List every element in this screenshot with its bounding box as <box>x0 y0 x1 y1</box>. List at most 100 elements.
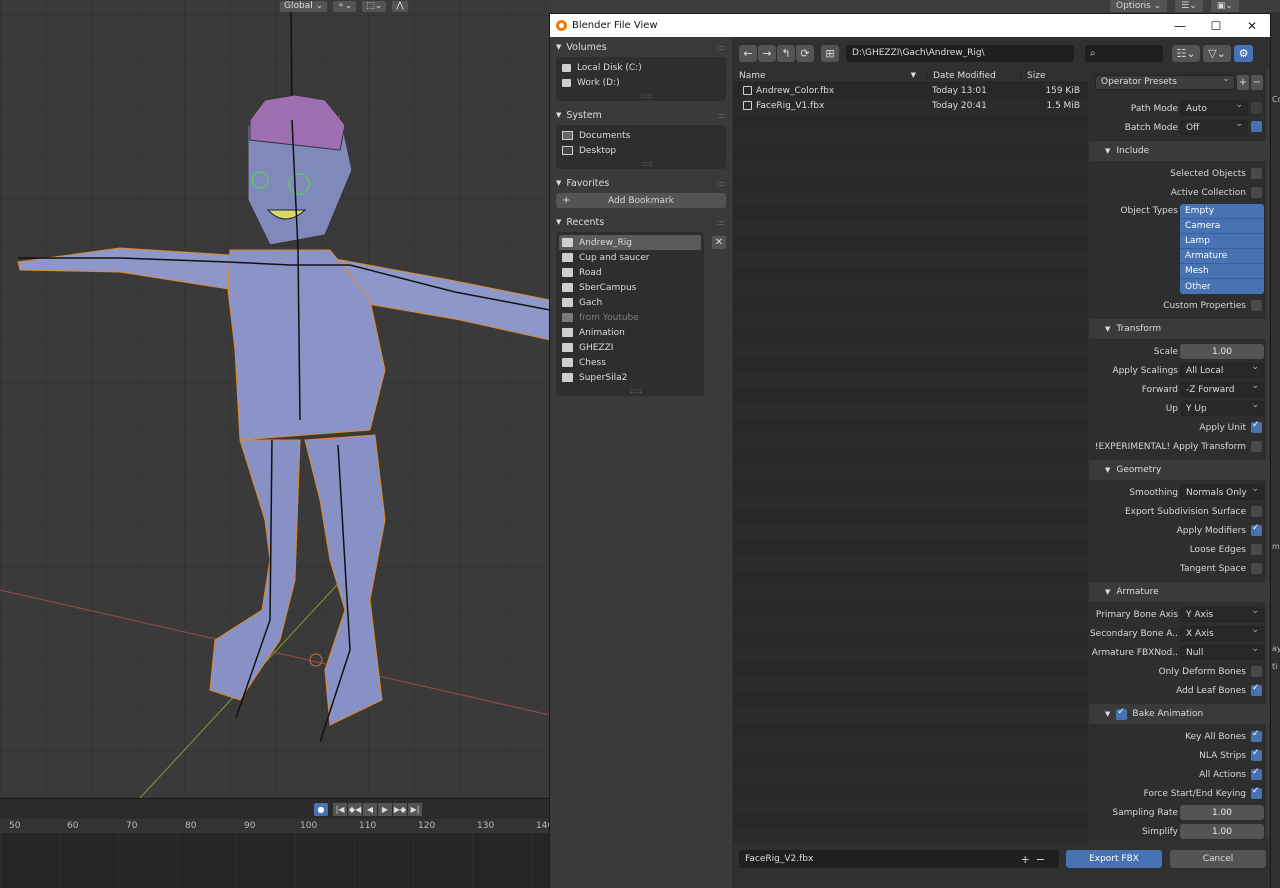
cancel-button[interactable]: Cancel <box>1170 850 1266 868</box>
editor-layout-icon[interactable]: ☰⌄ <box>1175 0 1203 12</box>
selected-objects-checkbox[interactable] <box>1251 168 1262 179</box>
bake-animation-section-header[interactable]: ▼ Bake Animation <box>1089 704 1270 724</box>
recent-item[interactable]: Gach <box>556 295 704 310</box>
batch-mode-dropdown[interactable]: Off <box>1180 119 1248 135</box>
system-item[interactable]: Documents <box>556 128 726 143</box>
volumes-header[interactable]: ▼ Volumes :::: <box>550 39 732 55</box>
armature-section-header[interactable]: ▼ Armature <box>1089 582 1270 602</box>
volume-item[interactable]: Work (D:) <box>556 75 726 90</box>
next-keyframe-icon[interactable]: ▶◆ <box>393 803 407 816</box>
grip-icon[interactable]: :::: <box>717 218 725 227</box>
recent-item[interactable]: Andrew_Rig <box>559 235 701 250</box>
column-name[interactable]: Name ▼ <box>733 71 926 81</box>
export-subdiv-checkbox[interactable] <box>1251 506 1262 517</box>
proportional-icon[interactable]: ⋀ <box>392 0 408 12</box>
fbx-node-dropdown[interactable]: Null <box>1180 644 1264 660</box>
add-leaf-checkbox[interactable] <box>1251 683 1262 696</box>
sampling-rate-field[interactable]: 1.00 <box>1180 805 1264 820</box>
object-type-toggle[interactable]: Other <box>1180 279 1264 294</box>
view-icon[interactable]: ▣⌄ <box>1210 0 1239 12</box>
transform-orientation-dropdown[interactable]: Global ⌄ <box>280 0 328 12</box>
column-size[interactable]: Size <box>1020 70 1088 81</box>
scale-field[interactable]: 1.00 <box>1180 344 1264 359</box>
prev-keyframe-icon[interactable]: ◆◀ <box>348 803 362 816</box>
apply-modifiers-checkbox[interactable] <box>1251 523 1262 536</box>
object-type-toggle[interactable]: Lamp <box>1180 234 1264 249</box>
jump-start-icon[interactable]: |◀ <box>333 803 347 816</box>
frame-ruler[interactable]: 50 60 70 80 90 100 110 120 130 140 <box>0 819 553 833</box>
smoothing-dropdown[interactable]: Normals Only <box>1180 484 1264 500</box>
nla-strips-checkbox[interactable] <box>1251 748 1262 761</box>
recents-header[interactable]: ▼ Recents :::: <box>550 214 732 230</box>
grip-icon[interactable]: :::: <box>717 179 725 188</box>
loose-edges-checkbox[interactable] <box>1251 544 1262 555</box>
resize-dots-icon[interactable]: ::::: <box>641 160 653 168</box>
jump-end-icon[interactable]: ▶| <box>408 803 422 816</box>
all-actions-checkbox[interactable] <box>1251 767 1262 780</box>
object-type-toggle[interactable]: Mesh <box>1180 264 1264 279</box>
gear-icon[interactable]: ⚙ <box>1234 44 1253 62</box>
close-icon[interactable]: ✕ <box>1234 14 1270 37</box>
file-row[interactable]: Andrew_Color.fbx Today 13:01 159 KiB <box>733 83 1088 98</box>
filename-input[interactable]: FaceRig_V2.fbx +− <box>739 850 1059 868</box>
batch-own-dir-icon[interactable] <box>1251 121 1262 132</box>
geometry-section-header[interactable]: ▼ Geometry <box>1089 460 1270 480</box>
file-list[interactable]: Name ▼ Date Modified Size Andrew_Color.fb… <box>733 69 1088 844</box>
recent-item[interactable]: Animation <box>556 325 704 340</box>
include-section-header[interactable]: ▼ Include <box>1089 141 1270 161</box>
primary-axis-dropdown[interactable]: Y Axis <box>1180 606 1264 622</box>
timeline-track[interactable] <box>0 833 550 888</box>
3d-viewport[interactable]: Global ⌄ ⚬⌄ ⬚⌄ ⋀ <box>0 0 550 798</box>
object-type-toggle[interactable]: Armature <box>1180 249 1264 264</box>
object-type-toggle[interactable]: Empty <box>1180 204 1264 219</box>
remove-preset-icon[interactable]: − <box>1251 74 1263 90</box>
system-header[interactable]: ▼ System :::: <box>550 107 732 123</box>
apply-unit-checkbox[interactable] <box>1251 420 1262 433</box>
record-icon[interactable]: ● <box>314 803 328 816</box>
custom-properties-checkbox[interactable] <box>1251 300 1262 311</box>
search-input[interactable]: ⌕ <box>1085 44 1163 62</box>
filter-icon[interactable]: ▽⌄ <box>1203 44 1231 62</box>
key-all-bones-checkbox[interactable] <box>1251 729 1262 742</box>
secondary-axis-dropdown[interactable]: X Axis <box>1180 625 1264 641</box>
path-mode-dropdown[interactable]: Auto <box>1180 100 1248 116</box>
play-reverse-icon[interactable]: ◀ <box>363 803 377 816</box>
snap-icon[interactable]: ⬚⌄ <box>362 0 387 12</box>
forward-dropdown[interactable]: -Z Forward <box>1180 381 1264 397</box>
recent-item[interactable]: Cup and saucer <box>556 250 704 265</box>
grip-icon[interactable]: :::: <box>717 43 725 52</box>
apply-scalings-dropdown[interactable]: All Local <box>1180 362 1264 378</box>
add-preset-icon[interactable]: + <box>1237 74 1249 90</box>
bake-animation-checkbox[interactable] <box>1116 707 1128 720</box>
only-deform-checkbox[interactable] <box>1251 666 1262 677</box>
object-type-toggle[interactable]: Camera <box>1180 219 1264 234</box>
force-start-end-checkbox[interactable] <box>1251 786 1262 799</box>
apply-transform-checkbox[interactable] <box>1251 441 1262 452</box>
recent-item[interactable]: SberCampus <box>556 280 704 295</box>
recent-item[interactable]: Chess <box>556 355 704 370</box>
settings-scrollbar[interactable] <box>1266 69 1269 839</box>
add-bookmark-button[interactable]: + Add Bookmark <box>556 193 726 208</box>
maximize-icon[interactable]: ☐ <box>1198 14 1234 37</box>
parent-dir-icon[interactable]: ↰ <box>777 44 795 62</box>
display-mode-icon[interactable]: ☷⌄ <box>1172 44 1200 62</box>
favorites-header[interactable]: ▼ Favorites :::: <box>550 175 732 191</box>
operator-presets-dropdown[interactable]: Operator Presets <box>1095 74 1235 90</box>
resize-dots-icon[interactable]: ::::: <box>630 387 642 395</box>
tangent-space-checkbox[interactable] <box>1251 563 1262 574</box>
options-dropdown[interactable]: Options ⌄ <box>1110 0 1168 12</box>
simplify-field[interactable]: 1.00 <box>1180 824 1264 839</box>
embed-textures-icon[interactable] <box>1251 102 1262 113</box>
increment-decrement-icon[interactable]: +− <box>1021 853 1051 866</box>
system-item[interactable]: Desktop <box>556 143 726 158</box>
recent-item[interactable]: from Youtube <box>556 310 704 325</box>
recent-item[interactable]: Road <box>556 265 704 280</box>
pivot-icon[interactable]: ⚬⌄ <box>333 0 357 12</box>
recent-item[interactable]: SuperSila2 <box>556 370 704 385</box>
export-fbx-button[interactable]: Export FBX <box>1066 850 1162 868</box>
recent-item[interactable]: GHEZZI <box>556 340 704 355</box>
column-date[interactable]: Date Modified <box>926 70 1020 81</box>
back-arrow-icon[interactable]: ← <box>739 44 757 62</box>
resize-dots-icon[interactable]: ::::: <box>641 92 653 100</box>
refresh-icon[interactable]: ⟳ <box>796 44 814 62</box>
